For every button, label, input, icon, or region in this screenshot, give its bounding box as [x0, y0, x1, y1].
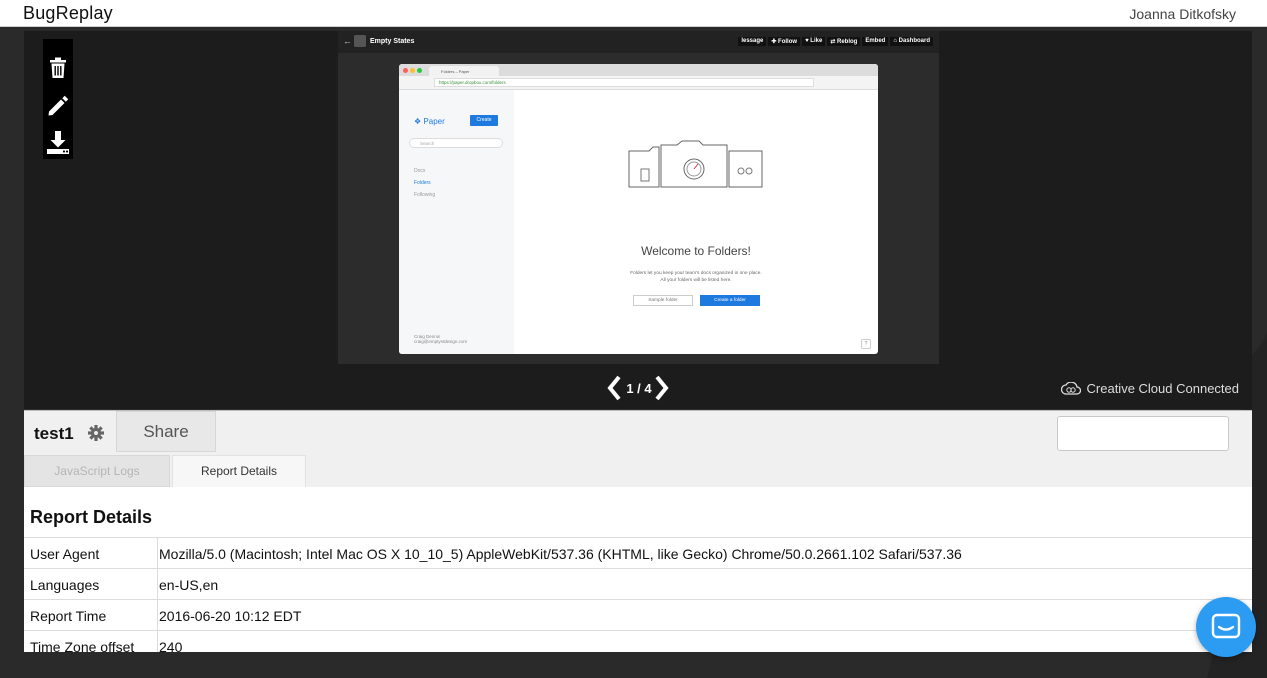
row-key: Report Time — [30, 608, 107, 624]
tumblr-bar: ← Empty States lessage ✚ Follow ♥ Like ⇄… — [338, 31, 939, 53]
top-bar: BugReplay Joanna Ditkofsky — [0, 0, 1267, 27]
table-row: User Agent Mozilla/5.0 (Macintosh; Intel… — [24, 537, 1252, 569]
sample-folder-button: Sample folder — [633, 295, 693, 306]
welcome-line: Folders let you keep your team's docs or… — [630, 271, 762, 276]
paper-create-button: Create — [470, 115, 498, 126]
browser-tabstrip: Folders – Paper — [399, 64, 878, 76]
paper-link-folders: Folders — [414, 180, 431, 186]
welcome-text: Folders let you keep your team's docs or… — [514, 270, 878, 284]
screenshot-pager: 1 / 4 — [604, 374, 674, 402]
chevron-right-icon[interactable] — [652, 374, 672, 402]
chat-launcher-button[interactable] — [1196, 597, 1256, 657]
app-logo[interactable]: BugReplay — [23, 3, 113, 24]
browser-tab: Folders – Paper — [429, 66, 499, 76]
dropbox-icon: ❖ — [414, 117, 424, 126]
row-value: en-US,en — [157, 569, 218, 600]
paper-search: Search — [409, 138, 503, 148]
paper-sidebar: ❖ Paper Create Search Docs Folders Follo… — [399, 90, 514, 354]
create-folder-button: Create a folder — [700, 295, 760, 306]
report-details-section: Report Details User Agent Mozilla/5.0 (M… — [24, 487, 1252, 652]
table-row: Report Time 2016-06-20 10:12 EDT — [24, 599, 1252, 631]
blog-nav-item: ✚ Follow — [768, 37, 801, 46]
blog-nav: lessage ✚ Follow ♥ Like ⇄ Reblog Embed ⌂… — [738, 37, 933, 46]
download-icon[interactable] — [43, 127, 73, 157]
gear-icon[interactable] — [87, 424, 105, 442]
chevron-left-icon[interactable] — [604, 374, 624, 402]
creative-cloud-label: Creative Cloud Connected — [1086, 381, 1239, 396]
blog-avatar — [354, 35, 366, 47]
screenshot-viewer: ← Empty States lessage ✚ Follow ♥ Like ⇄… — [24, 31, 1252, 409]
row-value: Mozilla/5.0 (Macintosh; Intel Mac OS X 1… — [157, 538, 962, 569]
report-details-heading: Report Details — [30, 507, 153, 527]
paper-link-docs: Docs — [414, 168, 426, 174]
blog-title: Empty States — [370, 38, 415, 45]
folders-illustration — [628, 140, 763, 188]
paper-logo: ❖ Paper — [414, 117, 445, 126]
blog-nav-item: lessage — [738, 37, 767, 46]
creative-cloud-icon — [1060, 381, 1081, 395]
back-arrow-icon: ← — [343, 36, 352, 46]
row-key: Languages — [30, 577, 100, 593]
blog-nav-item: Embed — [862, 37, 889, 46]
tab-javascript-logs[interactable]: JavaScript Logs — [24, 455, 170, 487]
share-button[interactable]: Share — [116, 411, 216, 452]
blog-nav-item: ⌂ Dashboard — [890, 37, 933, 46]
captured-screenshot: ← Empty States lessage ✚ Follow ♥ Like ⇄… — [338, 31, 939, 364]
welcome-heading: Welcome to Folders! — [641, 244, 751, 258]
close-dot-icon — [403, 68, 408, 73]
tab-report-details[interactable]: Report Details — [172, 455, 306, 487]
page-counter: 1 / 4 — [626, 381, 652, 396]
blog-nav-item: ♥ Like — [802, 37, 826, 46]
report-panel: test1 Share JavaScript Logs Report Detai… — [24, 410, 1252, 652]
row-key: User Agent — [30, 546, 100, 562]
trash-icon[interactable] — [43, 53, 73, 83]
row-key: Time Zone offset — [30, 639, 135, 652]
row-value: 240 — [157, 631, 182, 652]
maximize-dot-icon — [417, 68, 422, 73]
chat-icon — [1211, 613, 1241, 639]
report-text-input[interactable] — [1057, 416, 1229, 451]
pencil-icon[interactable] — [43, 91, 73, 121]
table-row: Languages en-US,en — [24, 568, 1252, 600]
paper-link-following: Following — [414, 192, 436, 198]
help-icon: ? — [861, 339, 871, 349]
paper-user-email: craig@emptystdesign.com — [414, 339, 468, 344]
blog-nav-item: ⇄ Reblog — [827, 37, 861, 46]
browser-window: Folders – Paper https://paper.dropbox.co… — [399, 64, 878, 354]
annotation-toolbar — [43, 39, 73, 159]
minimize-dot-icon — [410, 68, 415, 73]
welcome-line: All your folders will be listed here. — [660, 278, 732, 283]
paper-user: Craig Dennis craig@emptystdesign.com — [414, 334, 467, 344]
report-details-table: User Agent Mozilla/5.0 (Macintosh; Intel… — [24, 537, 1252, 652]
paper-logo-text: Paper — [423, 117, 445, 126]
url-text: https://paper.dropbox.com/folders — [434, 78, 814, 87]
row-value: 2016-06-20 10:12 EDT — [157, 600, 301, 631]
browser-address-bar: https://paper.dropbox.com/folders — [399, 76, 878, 90]
creative-cloud-status[interactable]: Creative Cloud Connected — [1060, 381, 1239, 396]
report-name: test1 — [34, 424, 74, 443]
table-row: Time Zone offset 240 — [24, 630, 1252, 652]
